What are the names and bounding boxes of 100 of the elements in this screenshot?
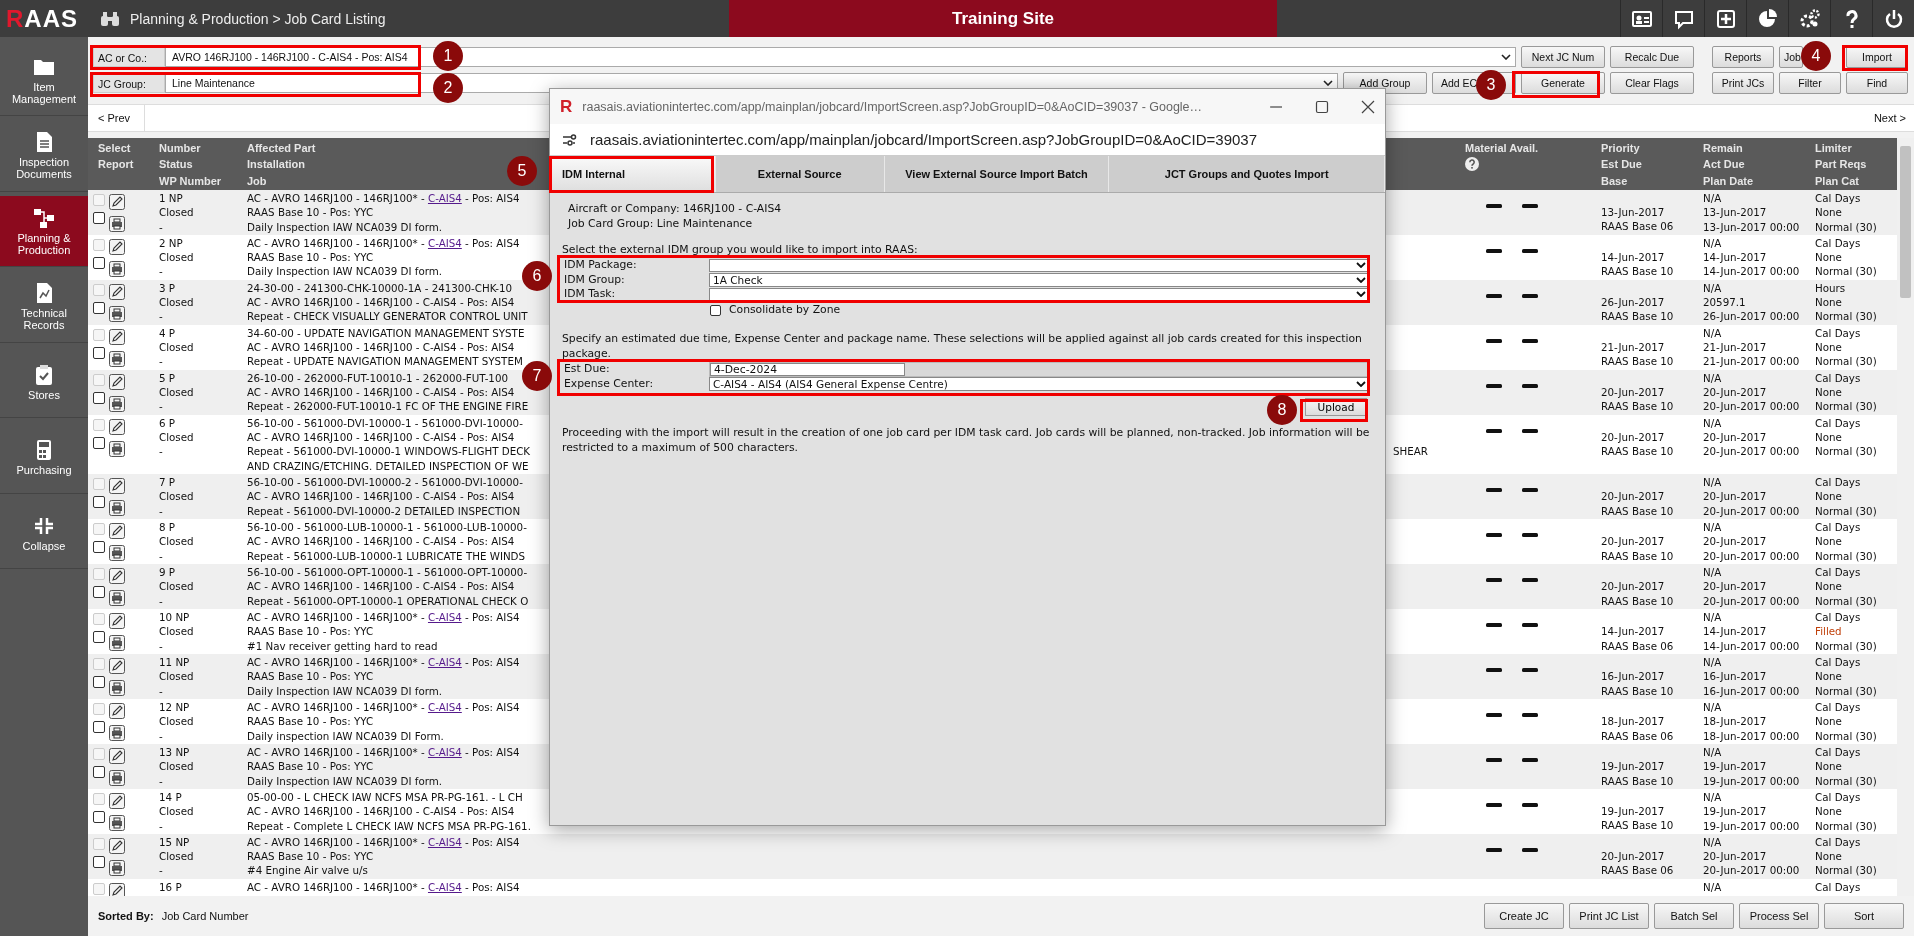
job-status: Closed — [159, 489, 194, 504]
app-logo: R — [560, 96, 573, 117]
part-reqs-value: None — [1815, 295, 1842, 310]
part-reqs-value: None — [1815, 669, 1842, 684]
job-line: Repeat - CHECK VISUALLY GENERATOR CONTROL UNIT — [247, 309, 528, 324]
job-line: AC - AVRO 146RJ100 - 146RJ100 - C-AIS4 - Pos: AIS4 — [247, 534, 515, 549]
est-due-date: 19-Jun-2017 — [1601, 804, 1665, 819]
plan-category: Normal (30) — [1815, 818, 1877, 833]
est-due-date: 20-Jun-2017 — [1601, 849, 1665, 864]
column-header: Priority — [1601, 140, 1640, 156]
job-line: RAAS Base 10 - Pos: YYC — [247, 714, 374, 729]
field-label: IDM Task: — [563, 287, 616, 302]
step-badge: 2 — [433, 73, 463, 103]
job-line: Daily inspection IAW NCA039 DI Form. — [247, 728, 444, 743]
act-due-value: 13-Jun-2017 — [1703, 205, 1767, 220]
remain-value: N/A — [1703, 326, 1722, 341]
act-due-value: 14-Jun-2017 — [1703, 250, 1767, 265]
wp-number: - — [159, 593, 163, 608]
job-line: AC - AVRO 146RJ100 - 146RJ100 - C-AIS4 - Pos: AIS4 — [247, 579, 515, 594]
est-due-date: 13-Jun-2017 — [1601, 205, 1665, 220]
job-status: Closed — [159, 669, 194, 684]
limiter-value: Cal Days — [1815, 236, 1861, 251]
job-line: Repeat - UPDATE NAVIGATION MANAGEMENT SYSTEM — [247, 354, 523, 369]
job-line: AC - AVRO 146RJ100 - 146RJ100* - C-AIS4 - Pos: AIS4 — [247, 745, 520, 760]
job-line: AC - AVRO 146RJ100 - 146RJ100* - C-AIS4 - Pos: AIS4 — [247, 700, 520, 715]
job-line: AC - AVRO 146RJ100 - 146RJ100* - C-AIS4 - Pos: AIS4 — [247, 191, 520, 206]
job-line: RAAS Base 10 - Pos: YYC — [247, 759, 374, 774]
remain-value: N/A — [1703, 700, 1722, 715]
plan-date: 20-Jun-2017 00:00 — [1703, 863, 1800, 878]
act-due-value: 20-Jun-2017 — [1703, 489, 1767, 504]
plan-date: 14-Jun-2017 00:00 — [1703, 638, 1800, 653]
base-name: RAAS Base 10 — [1601, 773, 1674, 788]
limiter-value: Cal Days — [1815, 416, 1861, 431]
base-name: RAAS Base 10 — [1601, 593, 1674, 608]
limiter-value: Cal Days — [1815, 700, 1861, 715]
wp-number: - — [159, 773, 163, 788]
remain-value: N/A — [1703, 475, 1722, 490]
plan-category: Normal (30) — [1815, 399, 1877, 414]
plan-date: 20-Jun-2017 00:00 — [1703, 444, 1800, 459]
act-due-value: 14-Jun-2017 — [1703, 624, 1767, 639]
job-line: Repeat - 561000-OPT-10000-1 OPERATIONAL CHECK O — [247, 593, 529, 608]
job-line: 24-30-00 - 241300-CHK-10000-1A - 241300-CHK-10 — [247, 281, 513, 296]
plan-category: Normal (30) — [1815, 503, 1877, 518]
act-due-value: 20-Jun-2017 — [1703, 849, 1767, 864]
plan-date: 20-Jun-2017 00:00 — [1703, 593, 1800, 608]
est-due-date: 14-Jun-2017 — [1601, 624, 1665, 639]
job-line: #4 Engine Air valve u/s — [247, 863, 368, 878]
column-header: Installation — [247, 157, 306, 173]
job-line: 56-10-00 - 561000-LUB-10000-1 - 561000-LUB-10000- — [247, 520, 527, 535]
job-status: Closed — [159, 250, 194, 265]
checkbox-label: Consolidate by Zone — [729, 301, 841, 317]
base-name: RAAS Base 10 — [1601, 264, 1674, 279]
remain-value: N/A — [1703, 191, 1722, 206]
base-name: RAAS Base 10 — [1601, 309, 1674, 324]
base-name: RAAS Base 06 — [1601, 863, 1674, 878]
remain-value: N/A — [1703, 565, 1722, 580]
job-status: Closed — [159, 849, 194, 864]
column-header: Select — [98, 140, 131, 156]
info-text: Job Card Group: Line Maintenance — [568, 216, 753, 231]
job-status: Closed — [159, 385, 194, 400]
column-header: Material Avail. — [1465, 140, 1539, 156]
column-header: Affected Part — [247, 140, 316, 156]
est-due-date: 14-Jun-2017 — [1601, 250, 1665, 265]
job-status: Closed — [159, 430, 194, 445]
part-reqs-value: None — [1815, 250, 1842, 265]
wp-number: - — [159, 354, 163, 369]
limiter-value: Cal Days — [1815, 191, 1861, 206]
act-due-value: 16-Jun-2017 — [1703, 669, 1767, 684]
job-line: 56-10-00 - 561000-OPT-10000-1 - 561000-OPT-10000- — [247, 565, 528, 580]
breadcrumb: Planning & Production > Job Card Listing — [130, 10, 386, 27]
limiter-value: Cal Days — [1815, 745, 1861, 760]
plan-category: Normal (30) — [1815, 219, 1877, 234]
plan-category: Normal (30) — [1815, 593, 1877, 608]
wp-number: - — [159, 863, 163, 878]
part-reqs-value: None — [1815, 340, 1842, 355]
sort-label: Sorted By: — [98, 909, 154, 922]
plan-date: 14-Jun-2017 00:00 — [1703, 264, 1800, 279]
est-due-date: 20-Jun-2017 — [1601, 579, 1665, 594]
instruction-text: Specify an estimated due time, Expense Center and package name. These selections will be applied against all job cards created for this inspection package. — [562, 330, 1363, 361]
wp-number: - — [159, 548, 163, 563]
job-line: AND CRAZING/ETCHING. DETAILED INSPECTION OF WE — [247, 458, 529, 473]
wp-number: - — [159, 638, 163, 653]
plan-category: Normal (30) — [1815, 773, 1877, 788]
remain-value: N/A — [1703, 520, 1722, 535]
column-header: Remain — [1703, 140, 1743, 156]
base-name: RAAS Base 10 — [1601, 399, 1674, 414]
job-line: 56-10-00 - 561000-DVI-10000-1 - 561000-DVI-10000- — [247, 416, 523, 431]
field-label: Est Due: — [563, 361, 610, 377]
est-due-date: 20-Jun-2017 — [1601, 430, 1665, 445]
instruction-text: Select the external IDM group you would like to import into RAAS: — [562, 242, 918, 257]
part-reqs-value: None — [1815, 489, 1842, 504]
plan-category: Normal (30) — [1815, 638, 1877, 653]
limiter-value: Cal Days — [1815, 790, 1861, 805]
job-line: AC - AVRO 146RJ100 - 146RJ100* - C-AIS4 - Pos: AIS4 — [247, 236, 520, 251]
field-label: Expense Center: — [563, 376, 654, 391]
job-line: RAAS Base 10 - Pos: YYC — [247, 624, 374, 639]
job-status: Closed — [159, 295, 194, 310]
wp-number: - — [159, 219, 163, 234]
part-reqs-value: None — [1815, 804, 1842, 819]
remain-value: N/A — [1703, 790, 1722, 805]
